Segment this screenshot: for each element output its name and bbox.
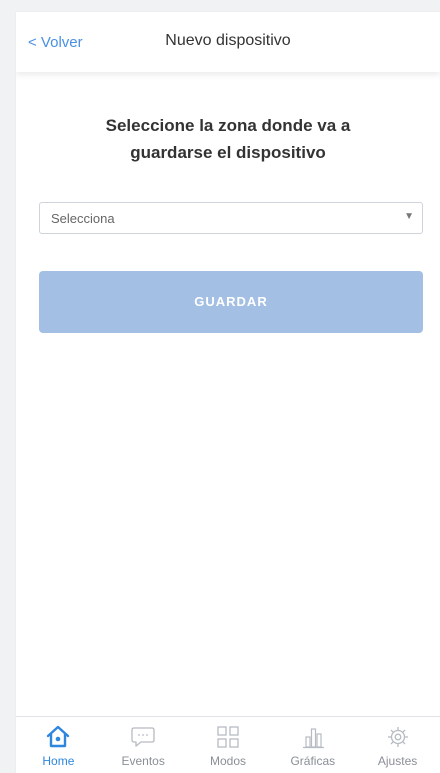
nav-item-eventos[interactable]: Eventos xyxy=(103,717,183,768)
gear-icon xyxy=(387,727,408,747)
save-button[interactable]: GUARDAR xyxy=(39,271,423,333)
home-icon xyxy=(47,725,70,748)
heading-line-2: guardarse el dispositivo xyxy=(130,143,326,162)
heading-line-1: Seleccione la zona donde va a xyxy=(105,116,351,135)
top-bar: < Volver Nuevo dispositivo xyxy=(16,12,440,72)
zone-select-value: Selecciona xyxy=(51,211,115,226)
bar-chart-icon xyxy=(302,728,324,749)
page-title: Nuevo dispositivo xyxy=(165,32,291,49)
nav-item-home[interactable]: Home xyxy=(18,717,98,768)
nav-label-graficas: Gráficas xyxy=(290,754,336,768)
zone-select[interactable]: Selecciona ▼ xyxy=(39,202,423,234)
instruction-heading: Seleccione la zona donde va a guardarse … xyxy=(16,112,440,166)
nav-label-ajustes: Ajustes xyxy=(377,754,418,768)
nav-item-modos[interactable]: Modos xyxy=(188,717,268,768)
nav-label-home: Home xyxy=(42,754,75,768)
nav-item-ajustes[interactable]: Ajustes xyxy=(358,717,438,768)
chevron-down-icon: ▼ xyxy=(404,211,414,222)
nav-item-graficas[interactable]: Gráficas xyxy=(273,717,353,768)
nav-label-modos: Modos xyxy=(209,754,246,768)
bottom-nav: Home Eventos Modos Gráficas Ajustes xyxy=(16,716,440,773)
nav-label-eventos: Eventos xyxy=(121,754,165,768)
grid-icon xyxy=(217,726,239,748)
chat-bubble-icon xyxy=(131,727,155,747)
app-screen: < Volver Nuevo dispositivo Seleccione la… xyxy=(16,12,440,773)
